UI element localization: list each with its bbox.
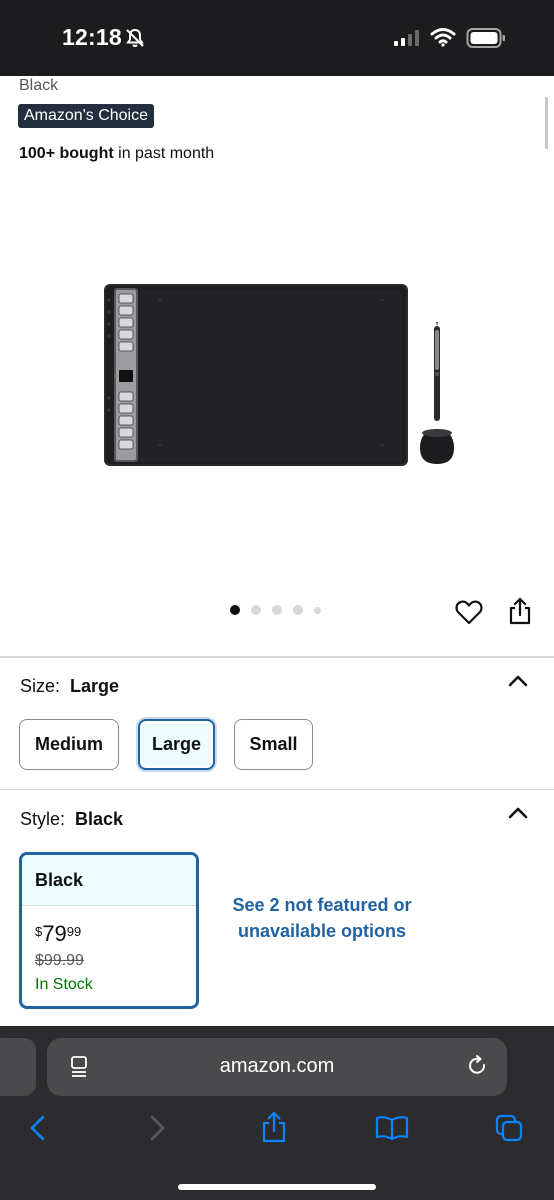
share-icon[interactable] (260, 1110, 288, 1144)
bell-slash-icon (126, 28, 144, 47)
stock-status: In Stock (35, 976, 93, 993)
size-option-medium[interactable]: Medium (19, 719, 119, 770)
forward-icon[interactable] (147, 1114, 167, 1142)
product-color-text: Black (19, 77, 59, 94)
size-option-small[interactable]: Small (234, 719, 313, 770)
previous-tab-peek[interactable] (0, 1038, 36, 1096)
style-label: Style: Black (20, 809, 124, 829)
price: $7999 (35, 921, 82, 946)
url-text: amazon.com (219, 1055, 335, 1077)
size-selected-value: Large (70, 676, 120, 696)
carousel-dot[interactable] (251, 605, 261, 615)
back-icon[interactable] (28, 1114, 48, 1142)
chevron-up-icon[interactable] (508, 806, 528, 820)
image-carousel-dots[interactable] (230, 605, 321, 615)
bought-in-past-month: 100+ bought in past month (19, 145, 214, 163)
carousel-dot[interactable] (230, 605, 240, 615)
status-bar: 12:18 (0, 0, 554, 76)
reload-icon[interactable] (467, 1054, 489, 1078)
style-selected-value: Black (75, 809, 124, 829)
size-label: Size: Large (20, 676, 120, 696)
carousel-dot[interactable] (314, 606, 321, 614)
browser-chrome: amazon.com (0, 1026, 554, 1200)
cellular-signal-icon (394, 30, 419, 46)
style-option-name: Black (22, 855, 196, 906)
section-divider (0, 789, 554, 790)
wifi-icon (430, 28, 456, 47)
bookmarks-icon[interactable] (375, 1115, 409, 1141)
amazons-choice-badge[interactable]: Amazon's Choice (18, 104, 154, 128)
size-option-large[interactable]: Large (138, 719, 215, 770)
carousel-dot[interactable] (272, 605, 282, 615)
status-time: 12:18 (62, 24, 122, 50)
chevron-up-icon[interactable] (508, 674, 528, 688)
battery-icon (466, 28, 505, 48)
style-option-black[interactable]: Black $7999 $99.99 In Stock (19, 852, 199, 1009)
section-divider (0, 656, 554, 658)
see-more-options-link[interactable]: See 2 not featured or unavailable option… (222, 892, 422, 944)
scroll-indicator (545, 97, 548, 149)
product-image[interactable] (100, 280, 470, 470)
list-price: $99.99 (35, 952, 84, 969)
share-icon[interactable] (507, 596, 533, 626)
address-bar[interactable]: amazon.com (47, 1038, 507, 1096)
tabs-icon[interactable] (494, 1113, 524, 1143)
bought-suffix: in past month (113, 145, 215, 162)
heart-icon[interactable] (455, 599, 483, 625)
carousel-dot[interactable] (293, 605, 303, 615)
home-indicator (178, 1184, 376, 1190)
bought-count: 100+ bought (19, 145, 114, 162)
